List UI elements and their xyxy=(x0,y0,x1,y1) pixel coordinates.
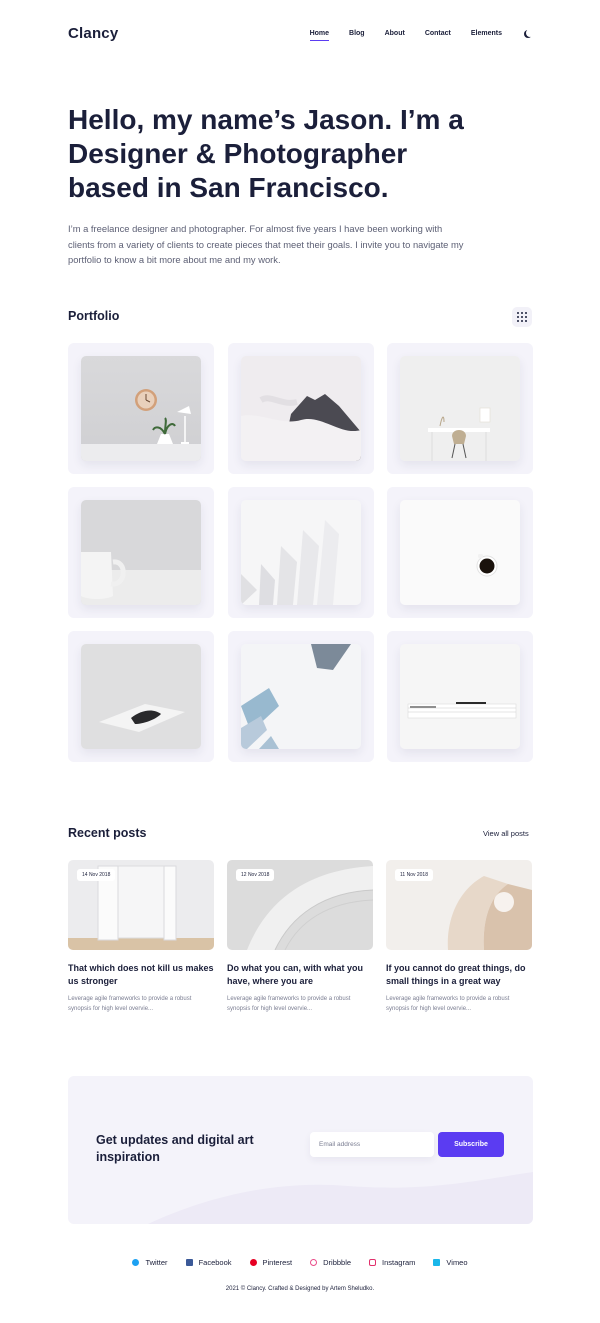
portfolio-image-clock-lamp xyxy=(81,356,201,461)
portfolio-title: Portfolio xyxy=(68,309,120,323)
social-link-facebook[interactable]: Facebook xyxy=(185,1258,232,1267)
social-link-twitter[interactable]: Twitter xyxy=(132,1258,168,1267)
post-title[interactable]: If you cannot do great things, do small … xyxy=(386,962,532,988)
twitter-icon xyxy=(132,1259,140,1266)
copyright: 2021 © Clancy. Crafted & Designed by Art… xyxy=(225,1286,375,1292)
social-label: Dribbble xyxy=(323,1258,352,1267)
social-link-vimeo[interactable]: Vimeo xyxy=(433,1258,468,1267)
portfolio-image-mountain xyxy=(241,356,361,461)
view-all-posts-link[interactable]: View all posts xyxy=(483,829,529,838)
social-link-dribbble[interactable]: Dribbble xyxy=(310,1258,351,1267)
post-card[interactable]: 11 Nov 2018 If you cannot do great thing… xyxy=(386,860,532,1014)
newsletter-box: Get updates and digital art inspiration … xyxy=(68,1076,533,1224)
portfolio-image-mug xyxy=(81,500,201,605)
post-title[interactable]: Do what you can, with what you have, whe… xyxy=(227,962,373,988)
portfolio-item[interactable] xyxy=(387,631,533,762)
social-label: Instagram xyxy=(382,1258,416,1267)
portfolio-item[interactable] xyxy=(68,631,214,762)
social-label: Twitter xyxy=(145,1258,168,1267)
pinterest-icon xyxy=(249,1259,257,1266)
post-date-badge: 11 Nov 2018 xyxy=(395,869,433,881)
grid-icon[interactable] xyxy=(512,307,532,327)
vimeo-icon xyxy=(433,1259,441,1266)
portfolio-item[interactable] xyxy=(68,487,214,618)
dribbble-icon xyxy=(310,1259,318,1266)
hero-title: Hello, my name’s Jason. I’m a Designer &… xyxy=(68,104,464,203)
post-image-building: 11 Nov 2018 xyxy=(386,860,532,950)
portfolio-image-magazines xyxy=(400,644,520,749)
moon-icon[interactable] xyxy=(526,29,534,37)
social-label: Vimeo xyxy=(446,1258,468,1267)
site-logo[interactable]: Clancy xyxy=(68,25,118,42)
site-header: Clancy Home Blog About Contact Elements xyxy=(68,22,532,44)
post-excerpt: Leverage agile frameworks to provide a r… xyxy=(68,996,192,1012)
nav-elements[interactable]: Elements xyxy=(471,30,502,37)
social-link-pinterest[interactable]: Pinterest xyxy=(249,1258,293,1267)
nav-contact[interactable]: Contact xyxy=(425,30,451,37)
post-image-doors: 14 Nov 2018 xyxy=(68,860,214,950)
portfolio-image-desk-chair xyxy=(400,356,520,461)
social-links: Twitter Facebook Pinterest Dribbble Inst… xyxy=(0,1258,600,1267)
portfolio-item[interactable] xyxy=(228,487,374,618)
post-excerpt: Leverage agile frameworks to provide a r… xyxy=(386,996,510,1012)
portfolio-image-architecture xyxy=(241,500,361,605)
portfolio-image-skyscrapers xyxy=(241,644,361,749)
post-title[interactable]: That which does not kill us makes us str… xyxy=(68,962,214,988)
post-card[interactable]: 12 Nov 2018 Do what you can, with what y… xyxy=(227,860,373,1014)
portfolio-item[interactable] xyxy=(387,487,533,618)
post-excerpt: Leverage agile frameworks to provide a r… xyxy=(227,996,351,1012)
portfolio-item[interactable] xyxy=(228,343,374,474)
instagram-icon xyxy=(369,1259,377,1266)
nav-about[interactable]: About xyxy=(385,30,405,37)
recent-posts-title: Recent posts xyxy=(68,826,147,840)
portfolio-item[interactable] xyxy=(228,631,374,762)
portfolio-item[interactable] xyxy=(387,343,533,474)
newsletter-title: Get updates and digital art inspiration xyxy=(96,1133,254,1164)
nav-home[interactable]: Home xyxy=(309,30,330,41)
post-card[interactable]: 14 Nov 2018 That which does not kill us … xyxy=(68,860,214,1014)
subscribe-button[interactable]: Subscribe xyxy=(438,1132,504,1157)
email-input[interactable] xyxy=(310,1132,434,1157)
facebook-icon xyxy=(185,1259,193,1266)
hero-description: I’m a freelance designer and photographe… xyxy=(68,223,464,265)
post-date-badge: 14 Nov 2018 xyxy=(77,869,116,881)
nav-blog[interactable]: Blog xyxy=(349,30,365,37)
main-nav: Home Blog About Contact Elements xyxy=(290,29,534,41)
post-date-badge: 12 Nov 2018 xyxy=(236,869,275,881)
portfolio-image-coffee-cup xyxy=(400,500,520,605)
social-label: Facebook xyxy=(198,1258,232,1267)
portfolio-image-book xyxy=(81,644,201,749)
post-image-staircase: 12 Nov 2018 xyxy=(227,860,373,950)
social-label: Pinterest xyxy=(262,1258,293,1267)
portfolio-item[interactable] xyxy=(68,343,214,474)
social-link-instagram[interactable]: Instagram xyxy=(369,1258,415,1267)
